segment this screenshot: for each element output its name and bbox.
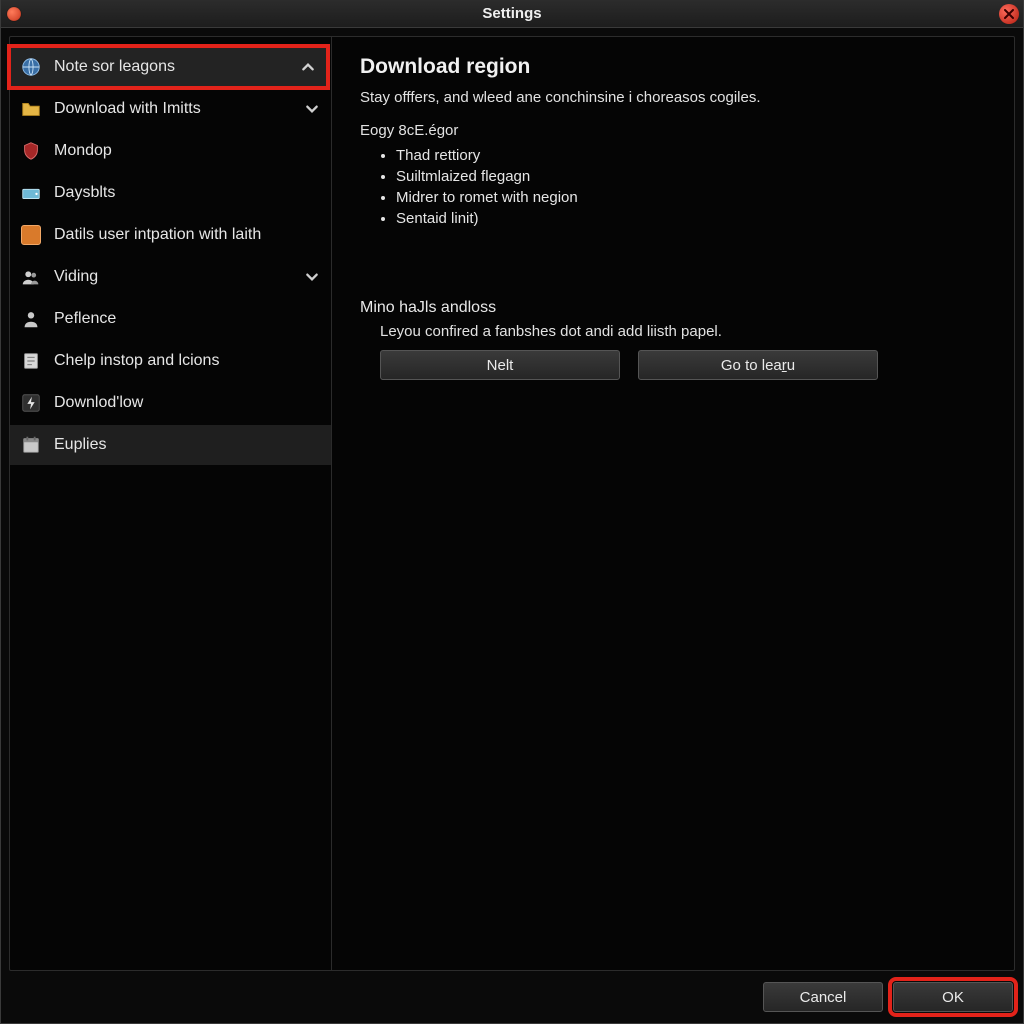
button-label: Go to learu — [721, 357, 795, 374]
bolt-icon — [20, 392, 42, 414]
sidebar-item-peflence[interactable]: Peflence — [10, 299, 331, 339]
sidebar-item-downlodlow[interactable]: Downlod'low — [10, 383, 331, 423]
main-content: Download region Stay offfers, and wleed … — [332, 37, 1014, 970]
person-icon — [20, 308, 42, 330]
button-label: Nelt — [487, 357, 514, 374]
bullet-list: Thad rettiory Suiltmlaized flegagn Midre… — [360, 145, 986, 229]
calendar-icon — [20, 434, 42, 456]
nelt-button[interactable]: Nelt — [380, 350, 620, 380]
sidebar-item-daysblts[interactable]: Daysblts — [10, 173, 331, 213]
chevron-down-icon — [303, 268, 321, 286]
globe-icon — [20, 56, 42, 78]
note-icon — [20, 350, 42, 372]
go-to-learu-button[interactable]: Go to learu — [638, 350, 878, 380]
ok-button[interactable]: OK — [893, 982, 1013, 1012]
sidebar-item-viding[interactable]: Viding — [10, 257, 331, 297]
sidebar-item-mondop[interactable]: Mondop — [10, 131, 331, 171]
settings-window: Settings Note sor leagons — [0, 0, 1024, 1024]
group-label: Eogy 8cE.égor — [360, 122, 986, 139]
sidebar-item-label: Peflence — [54, 310, 321, 328]
cancel-button[interactable]: Cancel — [763, 982, 883, 1012]
button-row: Nelt Go to learu — [380, 350, 986, 380]
sidebar-item-label: Chelp instop and lcions — [54, 352, 321, 370]
shield-icon — [20, 140, 42, 162]
section-description: Leyou confired a fanbshes dot andi add l… — [380, 323, 986, 340]
sidebar-item-label: Datils user intpation with laith — [54, 226, 321, 244]
sidebar-item-label: Note sor leagons — [54, 58, 299, 76]
page-description: Stay offfers, and wleed ane conchinsine … — [360, 89, 986, 106]
square-icon — [20, 224, 42, 246]
drive-icon — [20, 182, 42, 204]
close-icon — [1004, 6, 1014, 23]
button-label: OK — [942, 989, 964, 1006]
sidebar-item-download-with-imitts[interactable]: Download with Imitts — [10, 89, 331, 129]
page-title: Download region — [360, 55, 986, 79]
titlebar: Settings — [1, 0, 1023, 28]
footer: Cancel OK — [1, 971, 1023, 1023]
sidebar-item-label: Download with Imitts — [54, 100, 303, 118]
window-title: Settings — [1, 5, 1023, 22]
sidebar-item-euplies[interactable]: Euplies — [10, 425, 331, 465]
sidebar-item-chelp-instop[interactable]: Chelp instop and lcions — [10, 341, 331, 381]
sidebar-item-label: Daysblts — [54, 184, 321, 202]
list-item: Thad rettiory — [396, 145, 986, 166]
chevron-down-icon — [303, 100, 321, 118]
button-label: Cancel — [800, 989, 847, 1006]
window-close-button[interactable] — [999, 4, 1019, 24]
sidebar-item-label: Downlod'low — [54, 394, 321, 412]
section-title: Mino haJls andloss — [360, 299, 986, 317]
chevron-up-icon — [299, 58, 317, 76]
list-item: Midrer to romet with negion — [396, 187, 986, 208]
sidebar-item-label: Mondop — [54, 142, 321, 160]
list-item: Suiltmlaized flegagn — [396, 166, 986, 187]
body-area: Note sor leagons Download with Imitts — [9, 36, 1015, 971]
list-item: Sentaid linit) — [396, 208, 986, 229]
users-icon — [20, 266, 42, 288]
sidebar-item-datils-user-intpation[interactable]: Datils user intpation with laith — [10, 215, 331, 255]
sidebar-item-note-sor-leagons[interactable]: Note sor leagons — [10, 47, 327, 87]
folder-icon — [20, 98, 42, 120]
sidebar-item-label: Viding — [54, 268, 303, 286]
sidebar-item-label: Euplies — [54, 436, 321, 454]
sidebar: Note sor leagons Download with Imitts — [10, 37, 332, 970]
